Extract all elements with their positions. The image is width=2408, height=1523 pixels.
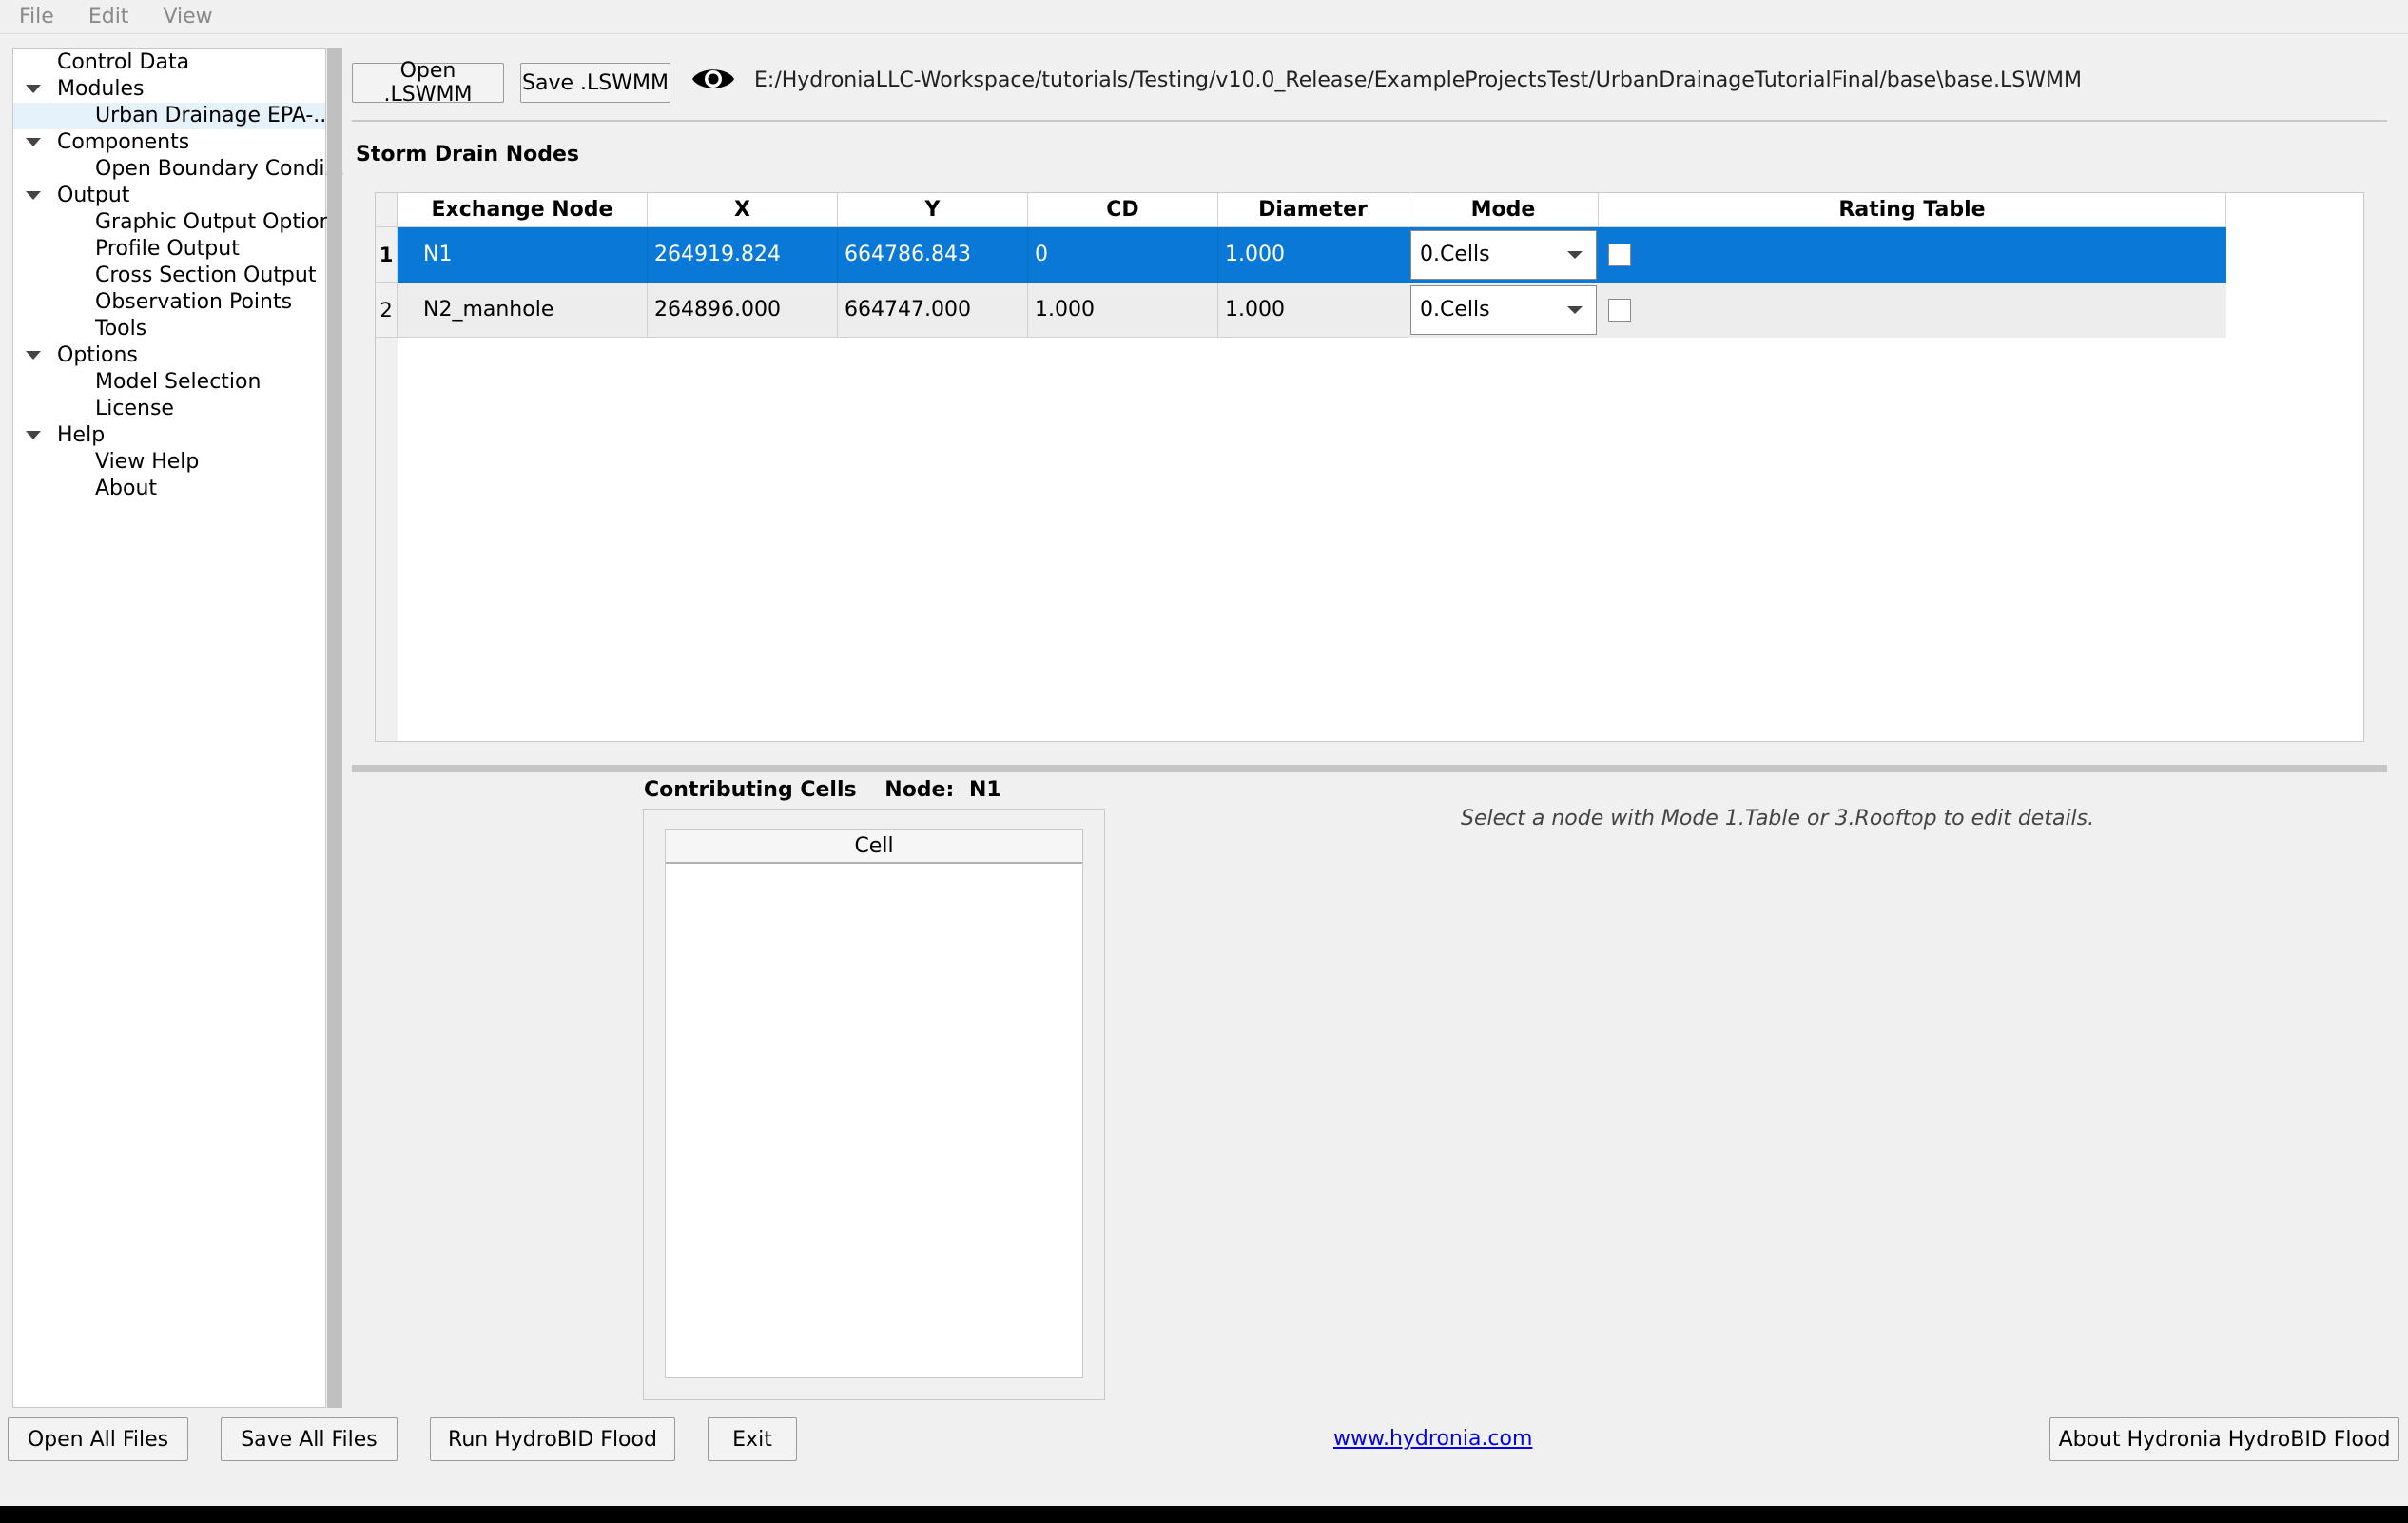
run-hydrobid-flood-button[interactable]: Run HydroBID Flood: [430, 1417, 675, 1461]
chevron-down-icon: [1567, 306, 1583, 314]
cell-name[interactable]: N2_manhole: [398, 283, 648, 338]
expand-arrow-icon[interactable]: [26, 138, 41, 146]
menu-edit[interactable]: Edit: [88, 5, 129, 29]
column-header-rating-table[interactable]: Rating Table: [1599, 193, 2226, 227]
taskbar-strip: [0, 1506, 2408, 1523]
tree-item-license[interactable]: License: [95, 396, 174, 422]
column-header-cell[interactable]: Cell: [666, 830, 1082, 864]
column-header-y[interactable]: Y: [838, 193, 1028, 227]
tree-item-help[interactable]: Help: [57, 422, 105, 449]
open-all-files-button[interactable]: Open All Files: [8, 1417, 188, 1461]
tree-item-options[interactable]: Options: [57, 342, 138, 369]
cell-diameter[interactable]: 1.000: [1218, 283, 1408, 338]
tree-item-model-selection[interactable]: Model Selection: [95, 369, 261, 396]
cell-name[interactable]: N1: [398, 227, 648, 283]
tree-item-profile-output[interactable]: Profile Output: [95, 236, 240, 263]
detail-hint: Select a node with Mode 1.Table or 3.Roo…: [1461, 807, 2095, 830]
row-number[interactable]: 1: [376, 227, 398, 283]
node-value: N1: [968, 778, 1001, 802]
tree-item-modules[interactable]: Modules: [57, 76, 144, 103]
mode-value: 0.Cells: [1420, 298, 1490, 322]
column-header-mode[interactable]: Mode: [1408, 193, 1599, 227]
about-button[interactable]: About Hydronia HydroBID Flood: [2049, 1417, 2399, 1461]
menu-file[interactable]: File: [19, 5, 54, 29]
row-number[interactable]: 2: [376, 283, 398, 338]
cell-y[interactable]: 664747.000: [838, 283, 1028, 338]
expand-arrow-icon[interactable]: [26, 85, 41, 93]
sidebar-splitter[interactable]: [327, 48, 342, 1408]
navigation-tree: Control Data Modules Urban Drainage EPA-…: [12, 48, 345, 1408]
contributing-cells-panel: Cell: [643, 809, 1105, 1400]
expand-arrow-icon[interactable]: [26, 351, 41, 360]
cell-x[interactable]: 264919.824: [648, 227, 838, 283]
cell-y[interactable]: 664786.843: [838, 227, 1028, 283]
storm-drain-table: Exchange Node Name X Y CD Diameter Mode …: [375, 192, 2364, 742]
tree-item-observation-points[interactable]: Observation Points: [95, 289, 292, 316]
storm-drain-title: Storm Drain Nodes: [356, 143, 580, 166]
contributing-cells-label: Contributing Cells: [644, 778, 857, 802]
cell-cd[interactable]: 0: [1028, 227, 1218, 283]
table-row[interactable]: N1 264919.824 664786.843 0 1.000 0.Cells: [398, 227, 2226, 283]
cell-diameter[interactable]: 1.000: [1218, 227, 1408, 283]
tree-item-tools[interactable]: Tools: [95, 316, 146, 342]
column-header-cd[interactable]: CD: [1028, 193, 1218, 227]
tree-item-graphic-output[interactable]: Graphic Output Options: [95, 209, 343, 236]
mode-dropdown[interactable]: 0.Cells: [1410, 230, 1597, 280]
table-row[interactable]: N2_manhole 264896.000 664747.000 1.000 1…: [398, 283, 2226, 338]
tree-item-control-data[interactable]: Control Data: [57, 49, 189, 76]
tree-item-view-help[interactable]: View Help: [95, 449, 199, 476]
tree-item-output[interactable]: Output: [57, 183, 129, 209]
save-lswmm-button[interactable]: Save .LSWMM: [520, 63, 670, 103]
mode-dropdown[interactable]: 0.Cells: [1410, 285, 1597, 335]
column-header-diameter[interactable]: Diameter: [1218, 193, 1408, 227]
tree-item-about[interactable]: About: [95, 476, 157, 502]
menu-view[interactable]: View: [163, 5, 212, 29]
tree-item-open-boundary[interactable]: Open Boundary Condi...: [95, 156, 345, 183]
cell-cd[interactable]: 1.000: [1028, 283, 1218, 338]
tree-item-urban-drainage[interactable]: Urban Drainage EPA-...: [95, 103, 333, 129]
contributing-cells-title: Contributing Cells Node: N1: [644, 778, 1001, 802]
tree-item-cross-section[interactable]: Cross Section Output: [95, 263, 316, 289]
hydronia-website-link[interactable]: www.hydronia.com: [1333, 1427, 1532, 1451]
expand-arrow-icon[interactable]: [26, 191, 41, 200]
rating-table-checkbox[interactable]: [1608, 244, 1631, 266]
menu-bar: File Edit View: [0, 0, 2408, 34]
column-header-x[interactable]: X: [648, 193, 838, 227]
cell-x[interactable]: 264896.000: [648, 283, 838, 338]
column-header-name[interactable]: Exchange Node Name: [398, 193, 648, 256]
mode-value: 0.Cells: [1420, 243, 1490, 266]
rating-table-checkbox[interactable]: [1608, 299, 1631, 322]
save-all-files-button[interactable]: Save All Files: [221, 1417, 398, 1461]
contributing-cells-list[interactable]: Cell: [665, 829, 1083, 1378]
panel-splitter[interactable]: [352, 765, 2387, 772]
exit-button[interactable]: Exit: [708, 1417, 797, 1461]
toolbar-divider: [352, 120, 2387, 122]
open-lswmm-button[interactable]: Open .LSWMM: [352, 59, 504, 107]
file-path-label: E:/HydroniaLLC-Workspace/tutorials/Testi…: [754, 68, 2082, 92]
eye-icon[interactable]: [690, 63, 736, 95]
tree-item-components[interactable]: Components: [57, 129, 189, 156]
chevron-down-icon: [1567, 251, 1583, 259]
expand-arrow-icon[interactable]: [26, 431, 41, 439]
node-label: Node:: [884, 778, 955, 802]
table-corner: [376, 193, 398, 227]
